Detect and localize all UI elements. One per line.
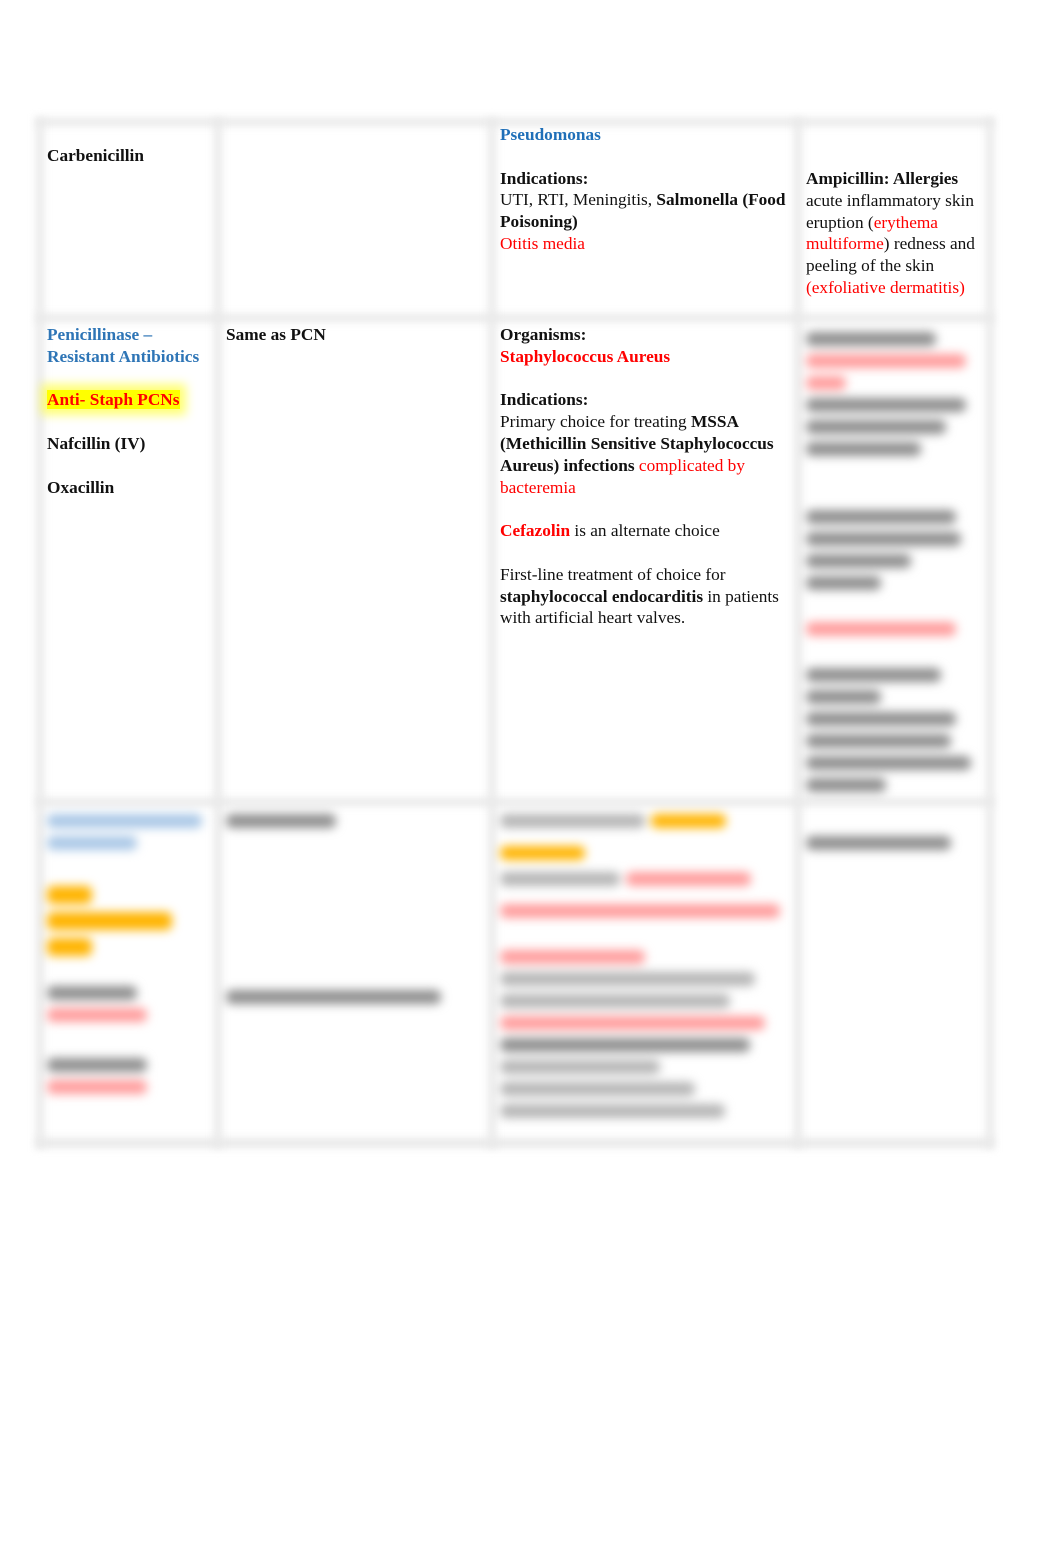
drug-name: Carbenicillin	[47, 146, 144, 165]
blurred-text	[806, 734, 951, 748]
blurred-text	[500, 949, 645, 964]
blurred-text	[500, 903, 780, 918]
blurred-highlight	[47, 912, 172, 930]
drug-item: Nafcillin (IV)	[47, 433, 146, 453]
row2-adverse-cell-blurred	[806, 328, 978, 800]
blurred-text	[806, 420, 946, 434]
blurred-text	[806, 332, 936, 346]
alternate-drug: Cefazolin	[500, 521, 571, 541]
blurred-text	[500, 1081, 695, 1096]
drug-item: Oxacillin	[47, 477, 115, 497]
indications-plain: UTI, RTI, Meningitis,	[500, 190, 657, 210]
mechanism-text: Same as PCN	[226, 325, 326, 344]
alternate-choice: Cefazolin is an alternate choice	[500, 520, 790, 542]
blurred-text	[806, 398, 966, 412]
blurred-highlight	[47, 938, 92, 956]
exfoliative-text: (exfoliative dermatitis)	[806, 277, 965, 297]
row3-uses-cell-blurred	[500, 810, 790, 1126]
blurred-text	[47, 836, 137, 850]
row2-uses-cell: Organisms: Staphylococcus Aureus Indicat…	[500, 324, 790, 629]
blurred-text	[500, 1015, 765, 1030]
highlight-label: Anti- Staph PCNs	[47, 390, 180, 410]
blurred-text	[500, 814, 645, 828]
blurred-text	[806, 442, 921, 456]
adverse-heading: Ampicillin: Allergies	[806, 169, 959, 188]
blurred-text	[806, 376, 846, 390]
blurred-text	[806, 836, 951, 850]
blurred-highlight	[47, 886, 92, 904]
row1-drug-cell: Carbenicillin	[47, 145, 212, 167]
row3-drug-cell-blurred	[47, 810, 212, 1102]
blurred-text	[806, 354, 966, 368]
blurred-text	[806, 576, 881, 590]
row-divider	[36, 314, 994, 322]
table-border-right	[986, 118, 994, 1148]
blurred-text	[226, 814, 336, 828]
primary-plain: Primary choice for treating	[500, 412, 691, 432]
organism-name: Staphylococcus Aureus	[500, 346, 671, 366]
blurred-text	[47, 1058, 147, 1072]
firstline-treatment: First-line treatment of choice for staph…	[500, 564, 790, 629]
indications-label: Indications:	[500, 168, 589, 188]
blurred-text	[47, 814, 202, 828]
drug-class-name: Penicillinase – Resistant Antibiotics	[47, 325, 200, 366]
indications-red: Otitis media	[500, 233, 585, 253]
blurred-text	[226, 990, 441, 1004]
blurred-text	[806, 712, 956, 726]
blurred-text	[47, 986, 137, 1000]
blurred-text	[626, 871, 751, 886]
row3-mechanism-cell-blurred	[226, 810, 481, 1012]
row2-mechanism-cell: Same as PCN	[226, 324, 481, 346]
blurred-text	[806, 778, 886, 792]
blurred-text	[47, 1080, 147, 1094]
column-divider	[794, 118, 802, 1148]
adverse-text: acute inflammatory skin eruption (erythe…	[806, 190, 984, 299]
column-divider	[488, 118, 496, 1148]
highlight-line: Anti- Staph PCNs	[47, 389, 212, 411]
firstline-plain: First-line treatment of choice for	[500, 564, 726, 584]
blurred-highlight	[500, 845, 585, 860]
row1-uses-cell: Pseudomonas Indications: UTI, RTI, Menin…	[500, 124, 790, 255]
blurred-text	[500, 971, 755, 986]
table-border-bottom	[36, 1138, 994, 1148]
paren-close: )	[883, 234, 890, 254]
table-border-left	[36, 118, 44, 1148]
blurred-text	[806, 554, 911, 568]
blurred-text	[500, 1037, 750, 1052]
blurred-text	[500, 871, 620, 886]
blurred-text	[500, 1103, 725, 1118]
blurred-text	[806, 668, 941, 682]
firstline-bold: staphylococcal endocarditis	[500, 586, 704, 606]
blurred-text	[806, 510, 956, 524]
blurred-text	[806, 532, 961, 546]
blurred-highlight	[651, 814, 726, 828]
indications-text: UTI, RTI, Meningitis, Salmonella (Food P…	[500, 189, 790, 233]
blurred-text	[500, 993, 730, 1008]
row3-adverse-cell-blurred	[806, 832, 978, 858]
drug-table: Carbenicillin Pseudomonas Indications: U…	[36, 118, 994, 1150]
blurred-text	[806, 622, 956, 636]
row2-drug-cell: Penicillinase – Resistant Antibiotics An…	[47, 324, 212, 498]
indications-label: Indications:	[500, 390, 589, 410]
primary-indication: Primary choice for treating MSSA (Methic…	[500, 411, 790, 498]
alternate-text: is an alternate choice	[570, 521, 720, 541]
blurred-text	[806, 756, 971, 770]
blurred-text	[47, 1008, 147, 1022]
organism-heading: Pseudomonas	[500, 125, 601, 144]
document-page: Carbenicillin Pseudomonas Indications: U…	[0, 0, 1062, 1556]
blurred-text	[500, 1059, 660, 1074]
organisms-label: Organisms:	[500, 325, 587, 344]
row1-adverse-cell: Ampicillin: Allergies acute inflammatory…	[806, 168, 984, 299]
blurred-text	[806, 690, 881, 704]
column-divider	[214, 118, 222, 1148]
